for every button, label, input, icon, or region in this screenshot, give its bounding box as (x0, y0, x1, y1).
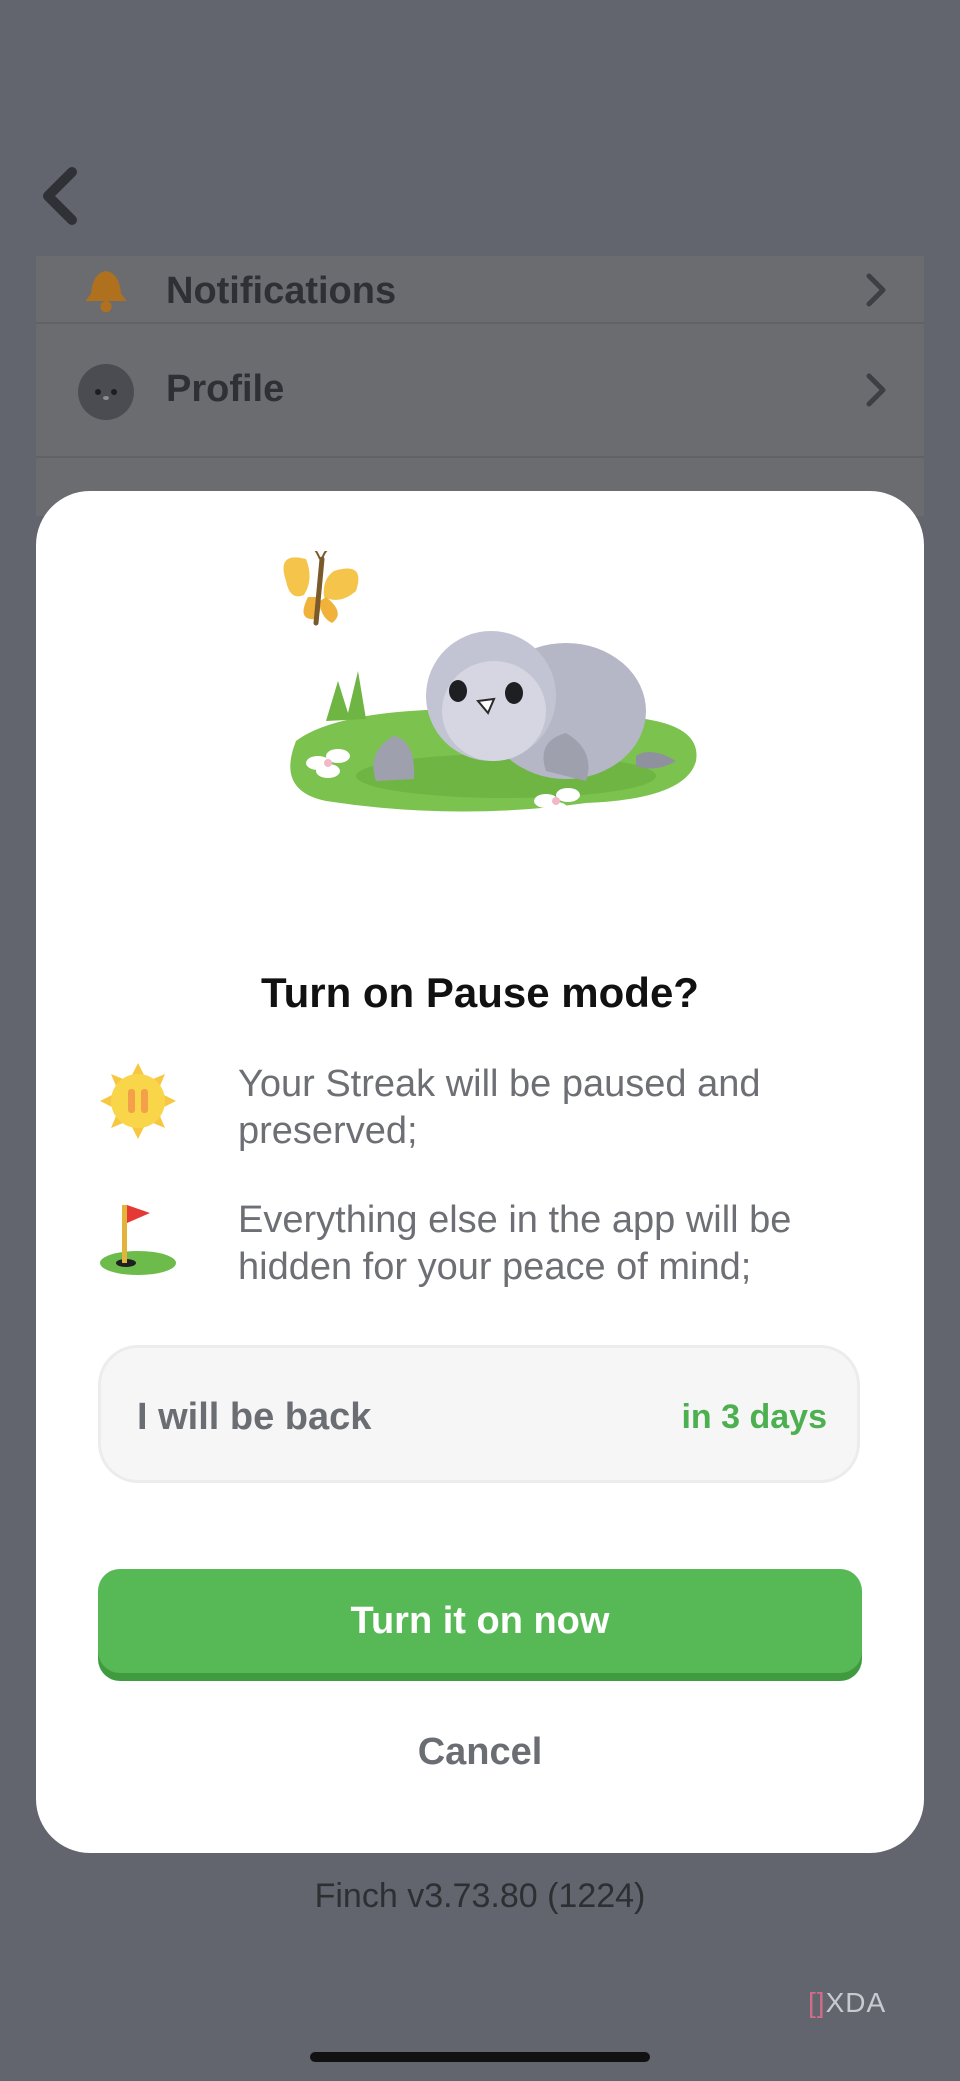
return-duration-picker[interactable]: I will be back in 3 days (98, 1345, 860, 1483)
pause-mode-dialog: Turn on Pause mode? Your Streak will be … (36, 491, 924, 1853)
profile-avatar-icon (78, 364, 134, 420)
settings-item-profile[interactable]: Profile (36, 324, 924, 458)
settings-list: Notifications Profile (36, 256, 924, 516)
dialog-title: Turn on Pause mode? (261, 969, 699, 1016)
chevron-right-icon (866, 273, 886, 307)
back-button[interactable] (30, 158, 90, 234)
info-item-streak: Your Streak will be paused and preserved… (98, 1061, 878, 1161)
bell-icon (85, 271, 127, 313)
settings-item-label: Notifications (166, 270, 397, 312)
info-item-hidden: Everything else in the app will be hidde… (98, 1197, 878, 1297)
home-indicator[interactable] (310, 2052, 650, 2062)
settings-item-notifications[interactable]: Notifications (36, 256, 924, 324)
settings-item-label: Profile (166, 368, 285, 410)
app-version-text: Finch v3.73.80 (1224) (314, 1877, 646, 1915)
return-picker-label: I will be back (137, 1396, 372, 1438)
finch-bird-illustration (283, 551, 697, 816)
xda-watermark: []XDA (808, 1987, 887, 2018)
turn-on-now-button[interactable]: Turn it on now (98, 1569, 862, 1673)
info-text: Your Streak will be paused and preserved… (238, 1063, 761, 1152)
chevron-left-icon (43, 167, 77, 225)
golf-flag-icon (100, 1205, 176, 1275)
cancel-button[interactable]: Cancel (36, 1731, 924, 1774)
chevron-right-icon (866, 373, 886, 407)
info-text: Everything else in the app will be hidde… (238, 1199, 792, 1288)
return-picker-value: in 3 days (681, 1398, 827, 1436)
pause-sun-icon (100, 1063, 176, 1139)
